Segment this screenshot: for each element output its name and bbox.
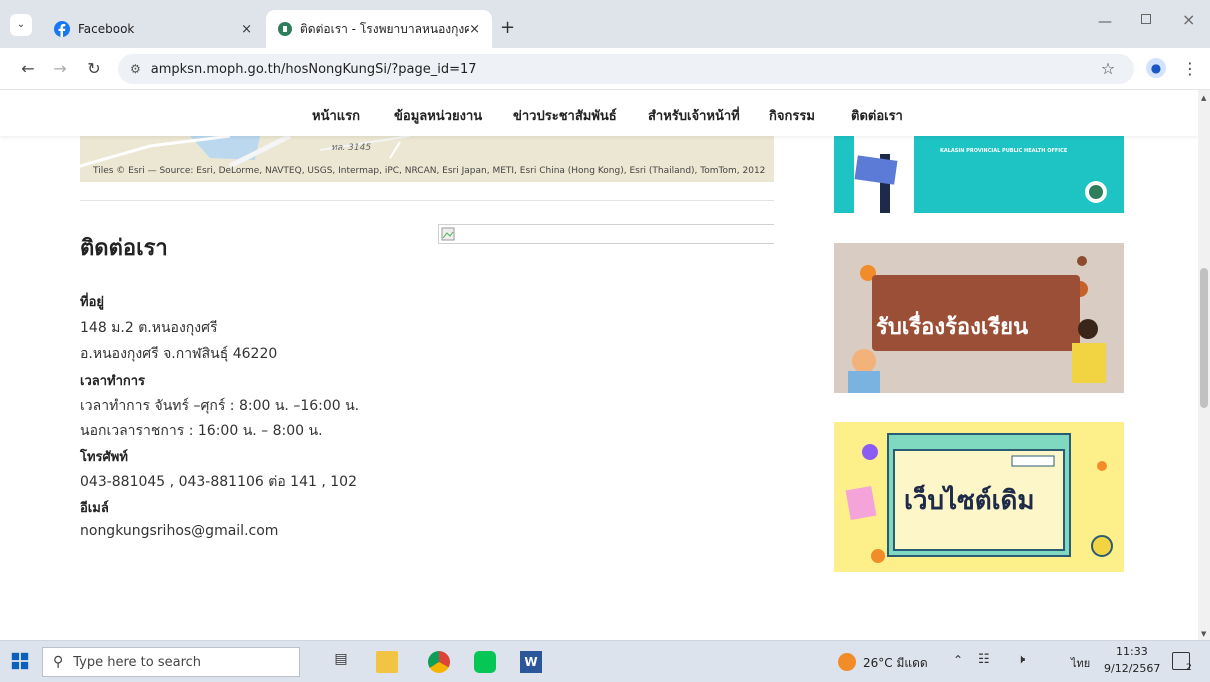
broken-image-icon xyxy=(441,227,455,241)
facebook-icon xyxy=(54,21,70,37)
page-viewport: หน้าแรก ข้อมูลหน่วยงาน ข่าวประชาสัมพันธ์… xyxy=(0,90,1198,640)
nav-news[interactable]: ข่าวประชาสัมพันธ์ xyxy=(513,105,617,126)
nav-about[interactable]: ข้อมูลหน่วยงาน xyxy=(394,105,482,126)
bookmark-star-icon[interactable]: ☆ xyxy=(1098,59,1118,78)
clock-time[interactable]: 11:33 xyxy=(1116,645,1148,658)
site-navigation: หน้าแรก ข้อมูลหน่วยงาน ข่าวประชาสัมพันธ์… xyxy=(0,90,1198,136)
contact-title: ติดต่อเรา xyxy=(80,236,168,261)
chrome-icon[interactable] xyxy=(428,651,450,673)
nav-home[interactable]: หน้าแรก xyxy=(312,105,360,126)
hours-label: เวลาทำการ xyxy=(80,374,146,389)
url-text: ampksn.moph.go.th/hosNongKungSi/?page_id… xyxy=(150,61,477,77)
tab-facebook[interactable]: Facebook × xyxy=(42,10,264,48)
forward-arrow-icon[interactable]: → xyxy=(50,59,70,78)
scroll-down-arrow-icon[interactable]: ▼ xyxy=(1201,630,1206,638)
scroll-up-arrow-icon[interactable]: ▲ xyxy=(1201,94,1206,102)
section-divider xyxy=(80,200,774,201)
search-placeholder: Type here to search xyxy=(73,654,202,670)
doctor-illustration xyxy=(854,124,1107,213)
new-tab-button[interactable]: + xyxy=(500,17,515,38)
word-icon[interactable]: W xyxy=(520,651,542,673)
page-scrollbar[interactable]: ▲ ▼ xyxy=(1198,90,1210,640)
network-icon[interactable]: ☷ xyxy=(978,652,990,667)
tab-contact[interactable]: ติดต่อเรา - โรงพยาบาลหนองกุงศรี × xyxy=(266,10,492,48)
tab-search-button[interactable]: ⌄ xyxy=(10,14,32,36)
site-settings-icon[interactable]: ⚙ xyxy=(130,62,141,76)
nav-activities[interactable]: กิจกรรม xyxy=(769,105,815,126)
notification-count: 2 xyxy=(1186,663,1192,673)
back-arrow-icon[interactable]: ← xyxy=(18,59,38,78)
close-tab-icon[interactable]: × xyxy=(241,22,252,37)
windows-taskbar: ⚲ Type here to search ▤ W 26°C มีแดด ⌃ ☷… xyxy=(0,640,1210,682)
banner-provincial-health-office[interactable]: KALASIN PROVINCIAL PUBLIC HEALTH OFFICE xyxy=(834,124,1124,213)
weather-text[interactable]: 26°C มีแดด xyxy=(863,654,928,673)
close-tab-icon[interactable]: × xyxy=(469,22,480,37)
old-site-text: เว็บไซต์เดิม xyxy=(904,486,1035,516)
browser-tab-strip: ⌄ Facebook × ติดต่อเรา - โรงพยาบาลหนองกุ… xyxy=(0,0,1210,48)
tab-title: Facebook xyxy=(78,22,135,36)
banner-complaints[interactable]: รับเรื่องร้องเรียน xyxy=(834,243,1124,393)
task-view-icon[interactable]: ▤ xyxy=(330,651,352,673)
address-line-1: 148 ม.2 ต.หนองกุงศรี xyxy=(80,320,218,336)
profile-avatar[interactable]: ● xyxy=(1146,58,1166,78)
broken-image xyxy=(438,224,774,244)
address-toolbar: ← → ↻ ⚙ ampksn.moph.go.th/hosNongKungSi/… xyxy=(0,48,1210,90)
weather-sun-icon[interactable] xyxy=(838,653,856,671)
minimize-icon[interactable]: — xyxy=(1098,14,1112,30)
banner-old-website[interactable]: เว็บไซต์เดิม xyxy=(834,422,1124,572)
hours-line-2: นอกเวลาราชการ : 16:00 น. – 8:00 น. xyxy=(80,423,323,439)
hours-line-1: เวลาทำการ จันทร์ –ศุกร์ : 8:00 น. –16:00… xyxy=(80,398,360,414)
windows-start-icon[interactable] xyxy=(10,651,30,671)
taskbar-search-box[interactable]: ⚲ Type here to search xyxy=(42,647,300,677)
search-icon: ⚲ xyxy=(53,654,64,670)
complaint-text: รับเรื่องร้องเรียน xyxy=(876,315,1029,340)
volume-icon[interactable]: 🕨 xyxy=(1017,652,1025,667)
language-indicator[interactable]: ไทย xyxy=(1071,654,1090,672)
reload-icon[interactable]: ↻ xyxy=(84,59,104,78)
nav-staff[interactable]: สำหรับเจ้าหน้าที่ xyxy=(648,105,740,126)
address-label: ที่อยู่ xyxy=(80,295,104,310)
map-road-label: ทล. 3145 xyxy=(331,143,372,153)
file-explorer-icon[interactable] xyxy=(376,651,398,673)
url-bar[interactable]: ⚙ ampksn.moph.go.th/hosNongKungSi/?page_… xyxy=(118,54,1134,84)
map-attribution: Tiles © Esri — Source: Esri, DeLorme, NA… xyxy=(93,166,766,176)
tab-title: ติดต่อเรา - โรงพยาบาลหนองกุงศรี xyxy=(300,21,470,36)
address-line-2: อ.หนองกุงศรี จ.กาฬสินธุ์ 46220 xyxy=(80,346,278,362)
phone-value: 043-881045 , 043-881106 ต่อ 141 , 102 xyxy=(80,474,357,490)
email-value[interactable]: nongkungsrihos@gmail.com xyxy=(80,523,278,539)
tray-chevron-icon[interactable]: ⌃ xyxy=(953,653,963,667)
email-label: อีเมล์ xyxy=(80,501,109,516)
clock-date[interactable]: 9/12/2567 xyxy=(1104,662,1160,675)
window-close-icon[interactable]: × xyxy=(1182,10,1195,29)
hospital-icon xyxy=(278,22,292,36)
maximize-icon[interactable] xyxy=(1141,14,1151,24)
phone-label: โทรศัพท์ xyxy=(80,450,128,465)
line-app-icon[interactable] xyxy=(474,651,496,673)
nav-contact[interactable]: ติดต่อเรา xyxy=(851,105,903,126)
office-name: KALASIN PROVINCIAL PUBLIC HEALTH OFFICE xyxy=(940,148,1068,154)
menu-kebab-icon[interactable]: ⋮ xyxy=(1180,59,1200,78)
scrollbar-thumb[interactable] xyxy=(1200,268,1208,408)
